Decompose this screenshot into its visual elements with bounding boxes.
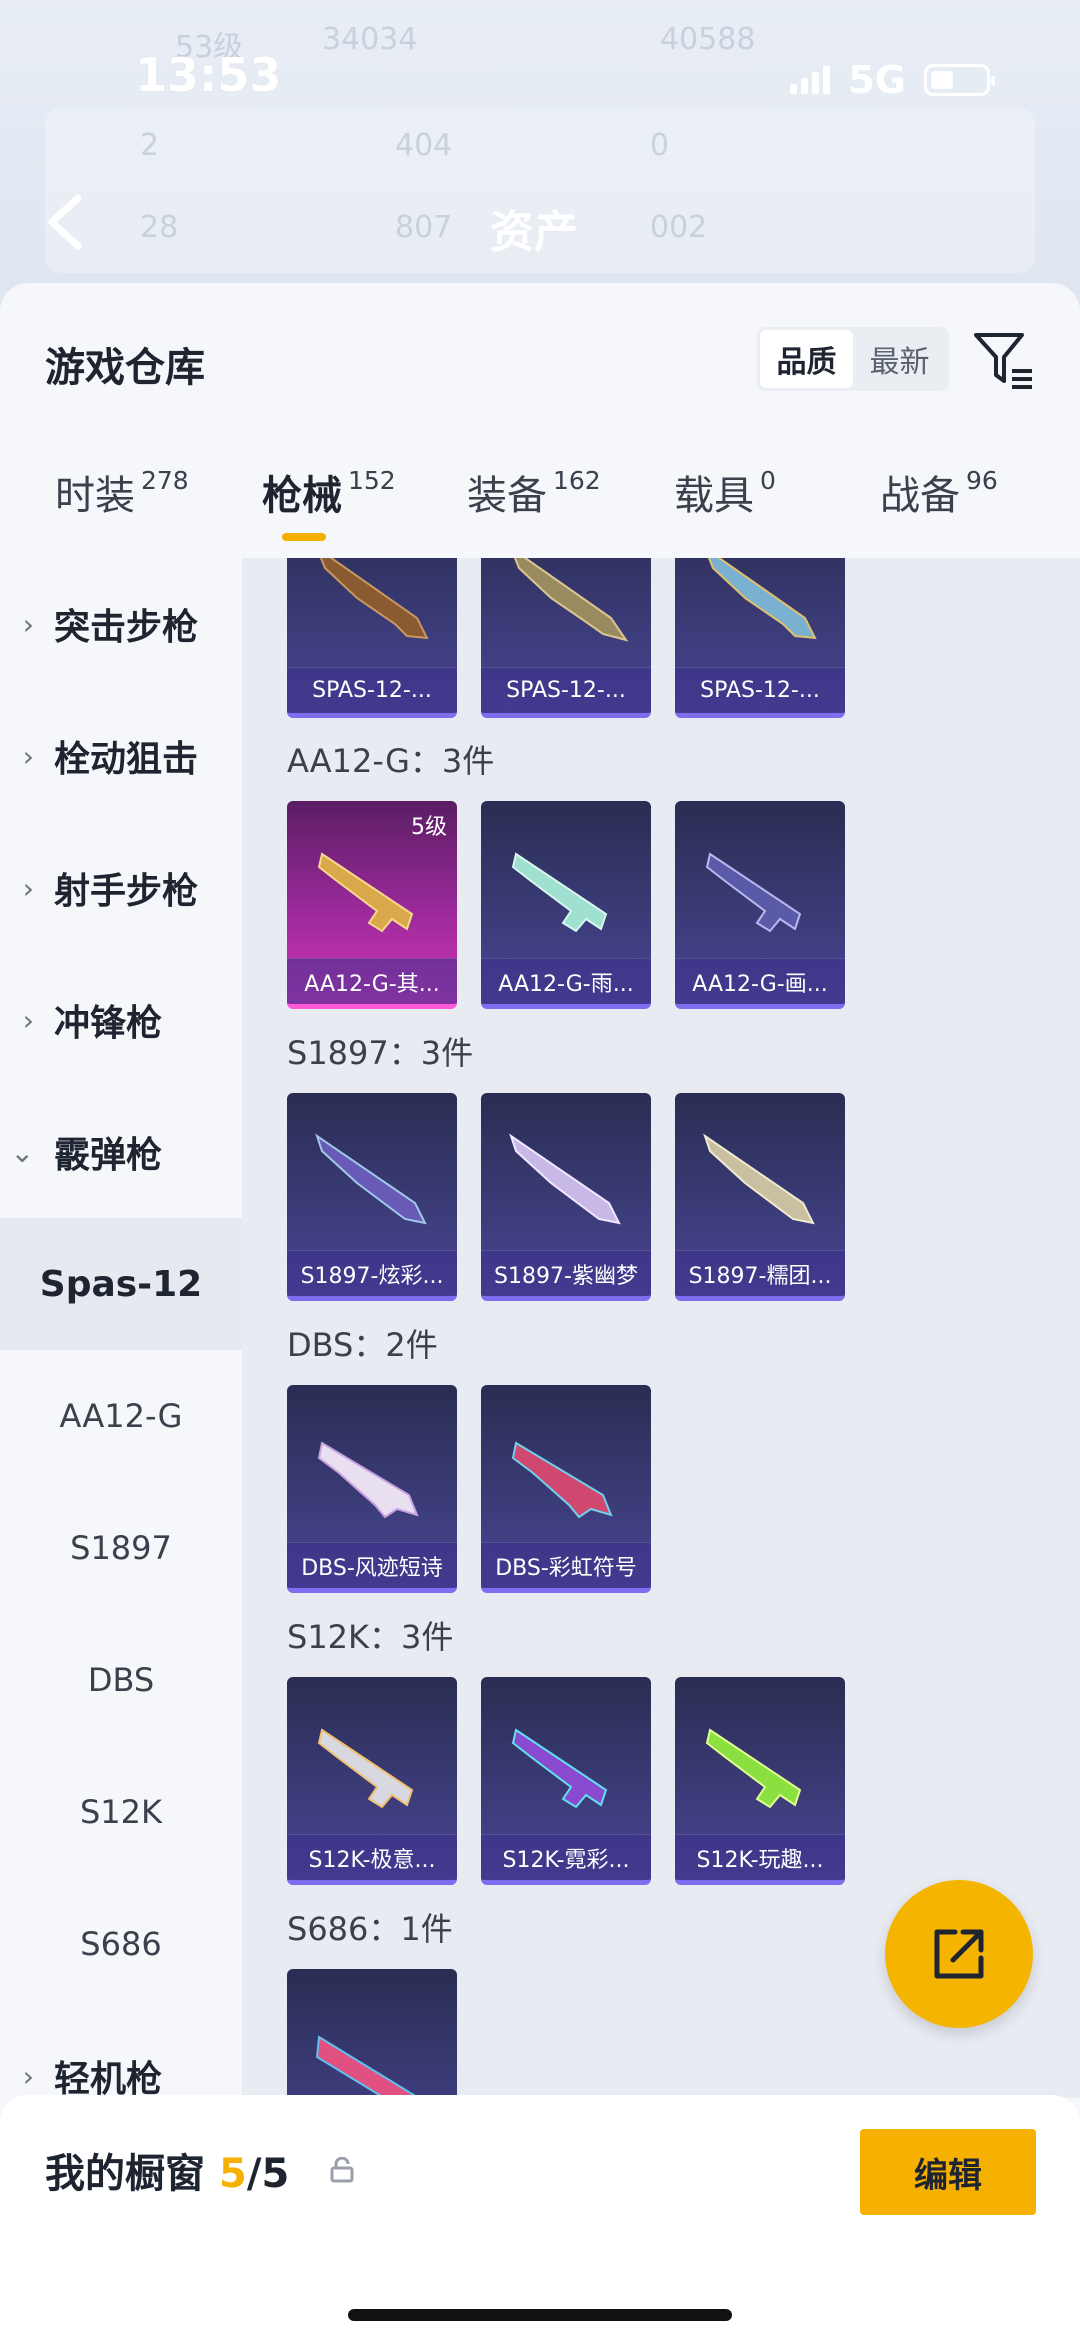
- weapon-card[interactable]: SPAS-12-...: [287, 558, 457, 718]
- ghost-stat: 807: [395, 210, 453, 245]
- weapon-card[interactable]: DBS-彩虹符号: [481, 1385, 651, 1593]
- shotgun-icon: [319, 558, 429, 640]
- shotgun-icon: [707, 558, 817, 640]
- shotgun-icon: [317, 1441, 419, 1519]
- status-indicators: 5G: [790, 58, 995, 102]
- warehouse-sheet: 游戏仓库 品质 最新 时装 278 枪械 152 装备 162 载具 0 战备 96 › …: [0, 283, 1080, 2341]
- weapon-category-sidebar: › 突击步枪 › 栓动狙击 › 射手步枪 › 冲锋枪 ⌄ 霰弹枪 Spas-12…: [0, 558, 242, 2100]
- page-title: 资产: [490, 207, 578, 258]
- group-title: S686：1件: [287, 1910, 453, 1948]
- sidebar-item-marksman-rifle[interactable]: › 射手步枪: [0, 822, 242, 954]
- sidebar-subitem-s686[interactable]: S686: [0, 1878, 242, 2010]
- sidebar-item-shotgun[interactable]: ⌄ 霰弹枪: [0, 1086, 242, 1218]
- showcase-count: 5/5: [219, 2151, 290, 2197]
- tab-fashion[interactable]: 时装 278: [55, 463, 189, 521]
- sidebar-subitem-aa12g[interactable]: AA12-G: [0, 1350, 242, 1482]
- shotgun-icon: [315, 2035, 419, 2098]
- weapon-card[interactable]: SPAS-12-...: [481, 558, 651, 718]
- weapon-card[interactable]: S1897-炫彩...: [287, 1093, 457, 1301]
- chevron-right-icon: ›: [22, 607, 34, 641]
- active-tab-indicator: [282, 533, 326, 541]
- chevron-right-icon: ›: [22, 1003, 34, 1037]
- group-title: AA12-G：3件: [287, 742, 495, 780]
- sort-toggle: 品质 最新: [757, 327, 949, 391]
- ghost-stat: 404: [395, 128, 453, 163]
- back-arrow-icon[interactable]: [40, 192, 90, 252]
- ghost-stat: 40588: [660, 22, 756, 57]
- showcase-label: 我的橱窗 5/5: [45, 2151, 290, 2197]
- weapon-card[interactable]: S12K-极意...: [287, 1677, 457, 1885]
- sidebar-item-smg[interactable]: › 冲锋枪: [0, 954, 242, 1086]
- weapon-card[interactable]: 5级 AA12-G-其...: [287, 801, 457, 1009]
- sidebar-item-bolt-sniper[interactable]: › 栓动狙击: [0, 690, 242, 822]
- tab-firearms[interactable]: 枪械 152: [262, 463, 396, 521]
- ghost-stat: 34034: [322, 22, 418, 57]
- weapon-card[interactable]: AA12-G-画...: [675, 801, 845, 1009]
- status-time: 13:53: [135, 48, 282, 102]
- shotgun-icon: [705, 1728, 802, 1809]
- chevron-down-icon: ⌄: [10, 1135, 34, 1169]
- header-background: 53级 34034 40588 2 404 0 28 807 002 13:53…: [0, 0, 1080, 290]
- chevron-right-icon: ›: [22, 2059, 34, 2093]
- shotgun-icon: [703, 1133, 815, 1225]
- share-icon: [934, 1929, 984, 1979]
- weapon-card[interactable]: DBS-风迹短诗: [287, 1385, 457, 1593]
- warehouse-title: 游戏仓库: [45, 345, 205, 391]
- network-label: 5G: [848, 58, 906, 102]
- showcase-bar: 我的橱窗 5/5 编辑: [0, 2095, 1080, 2341]
- home-indicator: [348, 2309, 732, 2321]
- shotgun-icon: [513, 558, 629, 642]
- group-title: S12K：3件: [287, 1618, 454, 1656]
- sort-newest-button[interactable]: 最新: [853, 330, 946, 388]
- filter-icon[interactable]: [972, 327, 1036, 391]
- ghost-stat: 0: [650, 128, 670, 163]
- shotgun-icon: [509, 1133, 621, 1225]
- weapon-card[interactable]: S12K-玩趣...: [675, 1677, 845, 1885]
- rifle-icon: [511, 852, 608, 933]
- sidebar-subitem-spas12[interactable]: Spas-12: [0, 1218, 242, 1350]
- rifle-icon: [705, 852, 802, 933]
- sidebar-subitem-s12k[interactable]: S12K: [0, 1746, 242, 1878]
- group-title: S1897：3件: [287, 1034, 474, 1072]
- battery-icon: [924, 64, 995, 96]
- weapon-card[interactable]: S1897-糯团...: [675, 1093, 845, 1301]
- weapon-card[interactable]: SPAS-12-...: [675, 558, 845, 718]
- group-title: DBS：2件: [287, 1326, 438, 1364]
- signal-icon: [790, 66, 831, 94]
- weapon-card[interactable]: S12K-霓彩...: [481, 1677, 651, 1885]
- edit-button[interactable]: 编辑: [860, 2129, 1036, 2215]
- sidebar-item-assault-rifle[interactable]: › 突击步枪: [0, 558, 242, 690]
- category-tabs: 时装 278 枪械 152 装备 162 载具 0 战备 96: [0, 463, 1080, 543]
- shotgun-icon: [511, 1728, 608, 1809]
- tab-equipment[interactable]: 装备 162: [467, 463, 601, 521]
- weapon-card[interactable]: [287, 1969, 457, 2098]
- unlock-icon: [330, 2157, 354, 2183]
- shotgun-icon: [315, 1133, 427, 1225]
- weapon-card[interactable]: S1897-紫幽梦: [481, 1093, 651, 1301]
- shotgun-icon: [511, 1441, 613, 1519]
- shotgun-icon: [317, 1728, 414, 1809]
- tab-vehicles[interactable]: 载具 0: [674, 463, 776, 521]
- ghost-stat: 002: [650, 210, 708, 245]
- sort-quality-button[interactable]: 品质: [760, 330, 853, 388]
- tab-combat-supplies[interactable]: 战备 96: [880, 463, 998, 521]
- weapon-grid: SPAS-12-... SPAS-12-... SPAS-12-... AA12…: [242, 558, 1080, 2098]
- ghost-stat: 28: [140, 210, 179, 245]
- rifle-icon: [317, 852, 414, 933]
- chevron-right-icon: ›: [22, 739, 34, 773]
- weapon-card[interactable]: AA12-G-雨...: [481, 801, 651, 1009]
- ghost-stat: 2: [140, 128, 160, 163]
- sidebar-subitem-s1897[interactable]: S1897: [0, 1482, 242, 1614]
- share-button[interactable]: [885, 1880, 1033, 2028]
- sidebar-subitem-dbs[interactable]: DBS: [0, 1614, 242, 1746]
- chevron-right-icon: ›: [22, 871, 34, 905]
